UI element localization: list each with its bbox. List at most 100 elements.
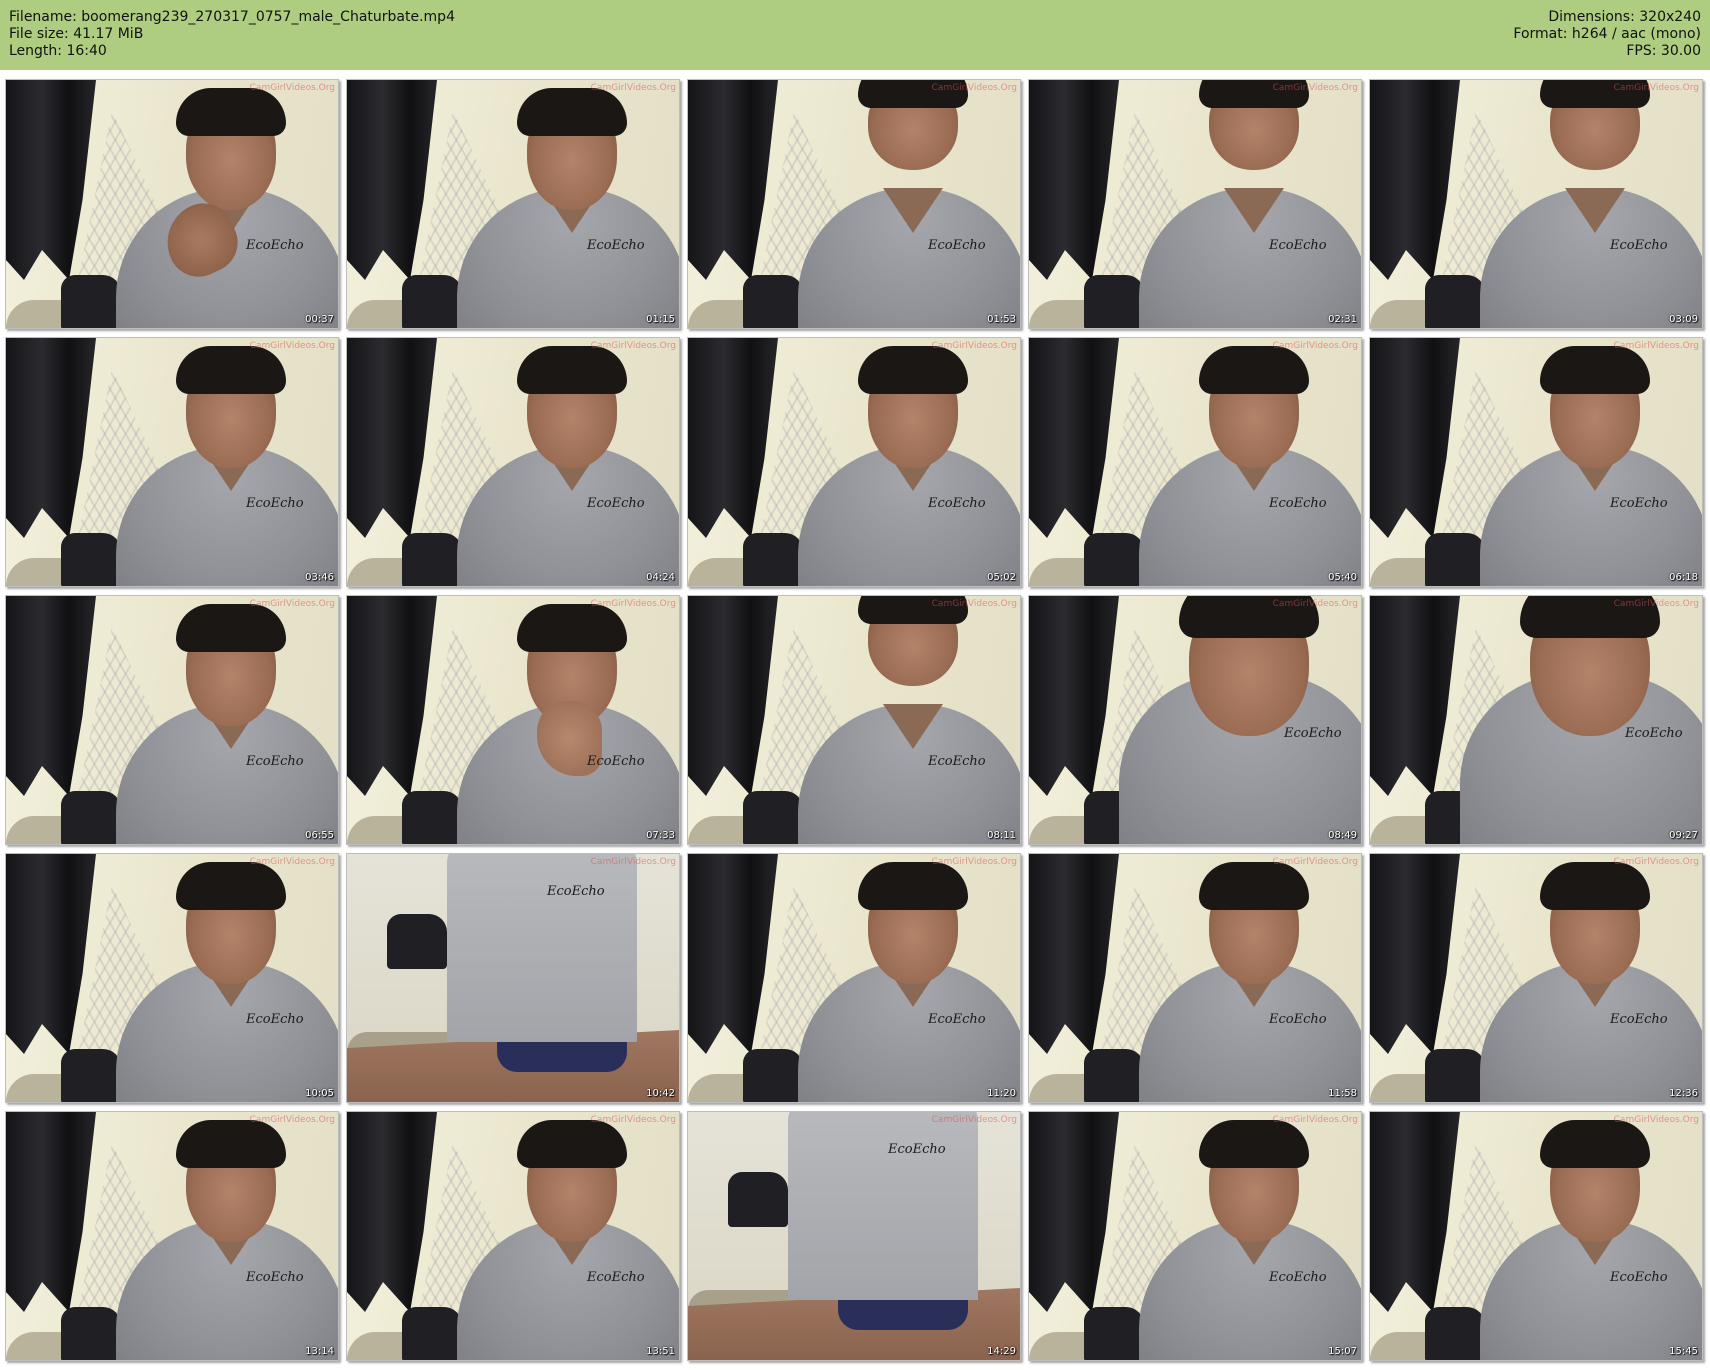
scene-bag — [402, 533, 462, 586]
shirt-logo: EcoEcho — [888, 1142, 946, 1157]
video-thumbnail[interactable]: EcoEcho CamGirlVideos.Org 11:58 — [1028, 853, 1362, 1103]
watermark: CamGirlVideos.Org — [1613, 599, 1699, 609]
fps-label: FPS: 30.00 — [1626, 43, 1701, 59]
video-thumbnail[interactable]: EcoEcho CamGirlVideos.Org 08:11 — [687, 595, 1021, 845]
shirt-logo: EcoEcho — [928, 496, 986, 511]
shirt-logo: EcoEcho — [928, 754, 986, 769]
watermark: CamGirlVideos.Org — [1272, 341, 1358, 351]
video-thumbnail[interactable]: EcoEcho CamGirlVideos.Org 06:18 — [1369, 337, 1703, 587]
thumbnail-timestamp: 14:29 — [987, 1346, 1016, 1357]
scene-hair — [176, 604, 286, 652]
shirt-logo: EcoEcho — [928, 238, 986, 253]
scene-hair — [176, 346, 286, 394]
video-thumbnail[interactable]: EcoEcho CamGirlVideos.Org 03:46 — [5, 337, 339, 587]
video-thumbnail[interactable]: EcoEcho CamGirlVideos.Org 11:20 — [687, 853, 1021, 1103]
scene-bag — [1425, 1307, 1485, 1360]
format-label: Format: h264 / aac (mono) — [1513, 26, 1701, 42]
video-thumbnail[interactable]: EcoEcho CamGirlVideos.Org 05:40 — [1028, 337, 1362, 587]
video-thumbnail[interactable]: EcoEcho CamGirlVideos.Org 06:55 — [5, 595, 339, 845]
thumbnail-timestamp: 00:37 — [305, 314, 334, 325]
video-thumbnail[interactable]: EcoEcho CamGirlVideos.Org 05:02 — [687, 337, 1021, 587]
video-thumbnail[interactable]: EcoEcho CamGirlVideos.Org 01:15 — [346, 79, 680, 329]
video-thumbnail[interactable]: EcoEcho CamGirlVideos.Org 00:37 — [5, 79, 339, 329]
scene-bag — [387, 914, 447, 969]
shirt-logo: EcoEcho — [928, 1012, 986, 1027]
thumbnail-timestamp: 01:15 — [646, 314, 675, 325]
shirt-logo: EcoEcho — [246, 238, 304, 253]
shirt-logo: EcoEcho — [1610, 1270, 1668, 1285]
watermark: CamGirlVideos.Org — [1272, 83, 1358, 93]
video-thumbnail[interactable]: EcoEcho CamGirlVideos.Org 03:09 — [1369, 79, 1703, 329]
thumbnail-timestamp: 07:33 — [646, 830, 675, 841]
video-thumbnail[interactable]: EcoEcho CamGirlVideos.Org 15:45 — [1369, 1111, 1703, 1361]
video-thumbnail[interactable]: EcoEcho CamGirlVideos.Org 09:27 — [1369, 595, 1703, 845]
scene-bag — [61, 533, 121, 586]
scene-bag — [1425, 533, 1485, 586]
scene-bag — [1084, 1049, 1144, 1102]
thumbnail-timestamp: 10:42 — [646, 1088, 675, 1099]
scene-bag — [743, 1049, 803, 1102]
thumbnail-timestamp: 03:46 — [305, 572, 334, 583]
scene-hair — [517, 88, 627, 136]
scene-hair — [858, 862, 968, 910]
thumbnail-timestamp: 06:18 — [1669, 572, 1698, 583]
thumbnail-timestamp: 11:58 — [1328, 1088, 1357, 1099]
shirt-logo: EcoEcho — [1269, 1270, 1327, 1285]
video-thumbnail[interactable]: EcoEcho CamGirlVideos.Org 13:51 — [346, 1111, 680, 1361]
thumbnail-timestamp: 02:31 — [1328, 314, 1357, 325]
shirt-logo: EcoEcho — [587, 754, 645, 769]
video-thumbnail[interactable]: EcoEcho CamGirlVideos.Org 07:33 — [346, 595, 680, 845]
shirt-logo: EcoEcho — [1269, 496, 1327, 511]
video-thumbnail[interactable]: EcoEcho CamGirlVideos.Org 14:29 — [687, 1111, 1021, 1361]
scene-bag — [61, 1049, 121, 1102]
thumbnail-timestamp: 06:55 — [305, 830, 334, 841]
watermark: CamGirlVideos.Org — [931, 599, 1017, 609]
scene-hair — [517, 346, 627, 394]
scene-bag — [402, 791, 462, 844]
video-thumbnail[interactable]: EcoEcho CamGirlVideos.Org 01:53 — [687, 79, 1021, 329]
video-thumbnail[interactable]: EcoEcho CamGirlVideos.Org 10:42 — [346, 853, 680, 1103]
dimensions-label: Dimensions: 320x240 — [1548, 9, 1701, 25]
scene-hair — [176, 862, 286, 910]
thumbnail-timestamp: 08:11 — [987, 830, 1016, 841]
video-thumbnail[interactable]: EcoEcho CamGirlVideos.Org 02:31 — [1028, 79, 1362, 329]
watermark: CamGirlVideos.Org — [931, 83, 1017, 93]
thumbnail-timestamp: 13:51 — [646, 1346, 675, 1357]
watermark: CamGirlVideos.Org — [1613, 1115, 1699, 1125]
scene-hair — [1540, 1120, 1650, 1168]
shirt-logo: EcoEcho — [246, 1012, 304, 1027]
watermark: CamGirlVideos.Org — [249, 83, 335, 93]
thumbnail-grid: EcoEcho CamGirlVideos.Org 00:37 EcoEcho CamG… — [5, 79, 1705, 1363]
scene-bag — [1084, 1307, 1144, 1360]
watermark: CamGirlVideos.Org — [1613, 341, 1699, 351]
scene-bag — [1425, 1049, 1485, 1102]
video-thumbnail[interactable]: EcoEcho CamGirlVideos.Org 04:24 — [346, 337, 680, 587]
shirt-logo: EcoEcho — [246, 1270, 304, 1285]
header-left-info: Filename: boomerang239_270317_0757_male_… — [9, 9, 455, 60]
video-thumbnail[interactable]: EcoEcho CamGirlVideos.Org 13:14 — [5, 1111, 339, 1361]
thumbnail-timestamp: 03:09 — [1669, 314, 1698, 325]
shirt-logo: EcoEcho — [587, 496, 645, 511]
thumbnail-timestamp: 13:14 — [305, 1346, 334, 1357]
shirt-logo: EcoEcho — [1269, 238, 1327, 253]
scene-hair — [1199, 862, 1309, 910]
shirt-logo: EcoEcho — [587, 238, 645, 253]
watermark: CamGirlVideos.Org — [590, 83, 676, 93]
header-right-info: Dimensions: 320x240 Format: h264 / aac (… — [1513, 9, 1701, 60]
scene-bag — [61, 275, 121, 328]
thumbnail-timestamp: 01:53 — [987, 314, 1016, 325]
thumbnail-timestamp: 10:05 — [305, 1088, 334, 1099]
scene-hair — [858, 346, 968, 394]
video-thumbnail[interactable]: EcoEcho CamGirlVideos.Org 15:07 — [1028, 1111, 1362, 1361]
length-label: Length: 16:40 — [9, 43, 107, 59]
scene-bag — [743, 533, 803, 586]
scene-hair — [517, 1120, 627, 1168]
watermark: CamGirlVideos.Org — [249, 1115, 335, 1125]
video-thumbnail[interactable]: EcoEcho CamGirlVideos.Org 08:49 — [1028, 595, 1362, 845]
watermark: CamGirlVideos.Org — [931, 857, 1017, 867]
scene-bag — [1425, 275, 1485, 328]
video-thumbnail[interactable]: EcoEcho CamGirlVideos.Org 12:36 — [1369, 853, 1703, 1103]
thumbnail-timestamp: 12:36 — [1669, 1088, 1698, 1099]
video-thumbnail[interactable]: EcoEcho CamGirlVideos.Org 10:05 — [5, 853, 339, 1103]
thumbnail-timestamp: 09:27 — [1669, 830, 1698, 841]
